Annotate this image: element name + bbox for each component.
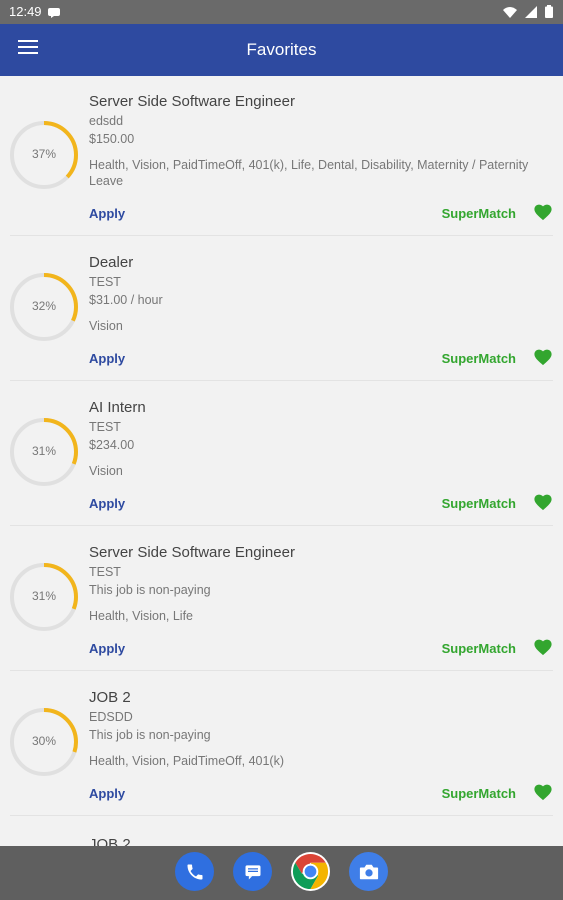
status-time: 12:49 [9,4,42,19]
job-benefits: Vision [89,464,123,478]
match-percent: 31% [31,444,57,458]
job-title: Dealer [89,254,134,271]
job-card[interactable]: 31% Server Side Software Engineer TEST T… [0,526,563,671]
job-card[interactable]: 37% Server Side Software Engineer edsdd … [0,76,563,236]
heart-icon[interactable] [533,638,553,658]
job-pay: $234.00 [89,438,135,452]
apply-button[interactable]: Apply [89,206,125,221]
match-ring: 31% [9,562,79,632]
apply-button[interactable]: Apply [89,641,125,656]
apply-button[interactable]: Apply [89,496,125,511]
supermatch-label: SuperMatch [441,351,516,366]
job-card[interactable]: 30% JOB 2 EDSDD This job is non-paying H… [0,671,563,816]
divider [10,815,553,816]
job-pay: This job is non-paying [89,583,211,597]
match-percent: 30% [31,734,57,748]
company-name: EDSDD [89,710,133,724]
job-title: Server Side Software Engineer [89,544,295,561]
job-pay: $31.00 / hour [89,293,163,307]
job-title: JOB 2 [89,689,131,706]
job-benefits: Health, Vision, PaidTimeOff, 401(k), Lif… [89,158,529,188]
job-benefits: Vision [89,319,123,333]
app-dock [175,852,388,891]
signal-icon [525,5,537,21]
page-title: Favorites [246,40,317,59]
job-benefits: Health, Vision, PaidTimeOff, 401(k) [89,754,284,768]
heart-icon[interactable] [533,783,553,803]
chrome-icon[interactable] [291,852,330,891]
match-percent: 31% [31,589,57,603]
job-benefits: Health, Vision, Life [89,609,193,623]
camera-icon[interactable] [349,852,388,891]
job-title: AI Intern [89,399,146,416]
company-name: TEST [89,275,121,289]
match-percent: 32% [31,299,57,313]
job-card[interactable]: 32% Dealer TEST $31.00 / hour Vision App… [0,236,563,381]
supermatch-label: SuperMatch [441,786,516,801]
heart-icon[interactable] [533,348,553,368]
battery-icon [545,5,553,21]
job-card[interactable]: 31% AI Intern TEST $234.00 Vision Apply … [0,381,563,526]
wifi-icon [503,6,517,21]
job-title: Server Side Software Engineer [89,93,295,110]
job-pay: This job is non-paying [89,728,211,742]
company-name: TEST [89,420,121,434]
messages-icon[interactable] [233,852,272,891]
supermatch-label: SuperMatch [441,206,516,221]
company-name: edsdd [89,114,124,128]
match-ring: 32% [9,272,79,342]
heart-icon[interactable] [533,493,553,513]
app-bar: Favorites [0,24,563,76]
system-nav-bar [0,846,563,900]
match-ring: 37% [9,120,79,190]
match-percent: 37% [31,147,57,161]
phone-icon[interactable] [175,852,214,891]
favorites-list[interactable]: 37% Server Side Software Engineer edsdd … [0,76,563,846]
apply-button[interactable]: Apply [89,786,125,801]
apply-button[interactable]: Apply [89,351,125,366]
job-pay: $150.00 [89,132,135,146]
company-name: TEST [89,565,121,579]
status-bar: 12:49 [0,0,563,24]
supermatch-label: SuperMatch [441,496,516,511]
supermatch-label: SuperMatch [441,641,516,656]
match-ring: 31% [9,417,79,487]
match-ring: 30% [9,707,79,777]
notification-icon [48,6,60,21]
heart-icon[interactable] [533,203,553,223]
